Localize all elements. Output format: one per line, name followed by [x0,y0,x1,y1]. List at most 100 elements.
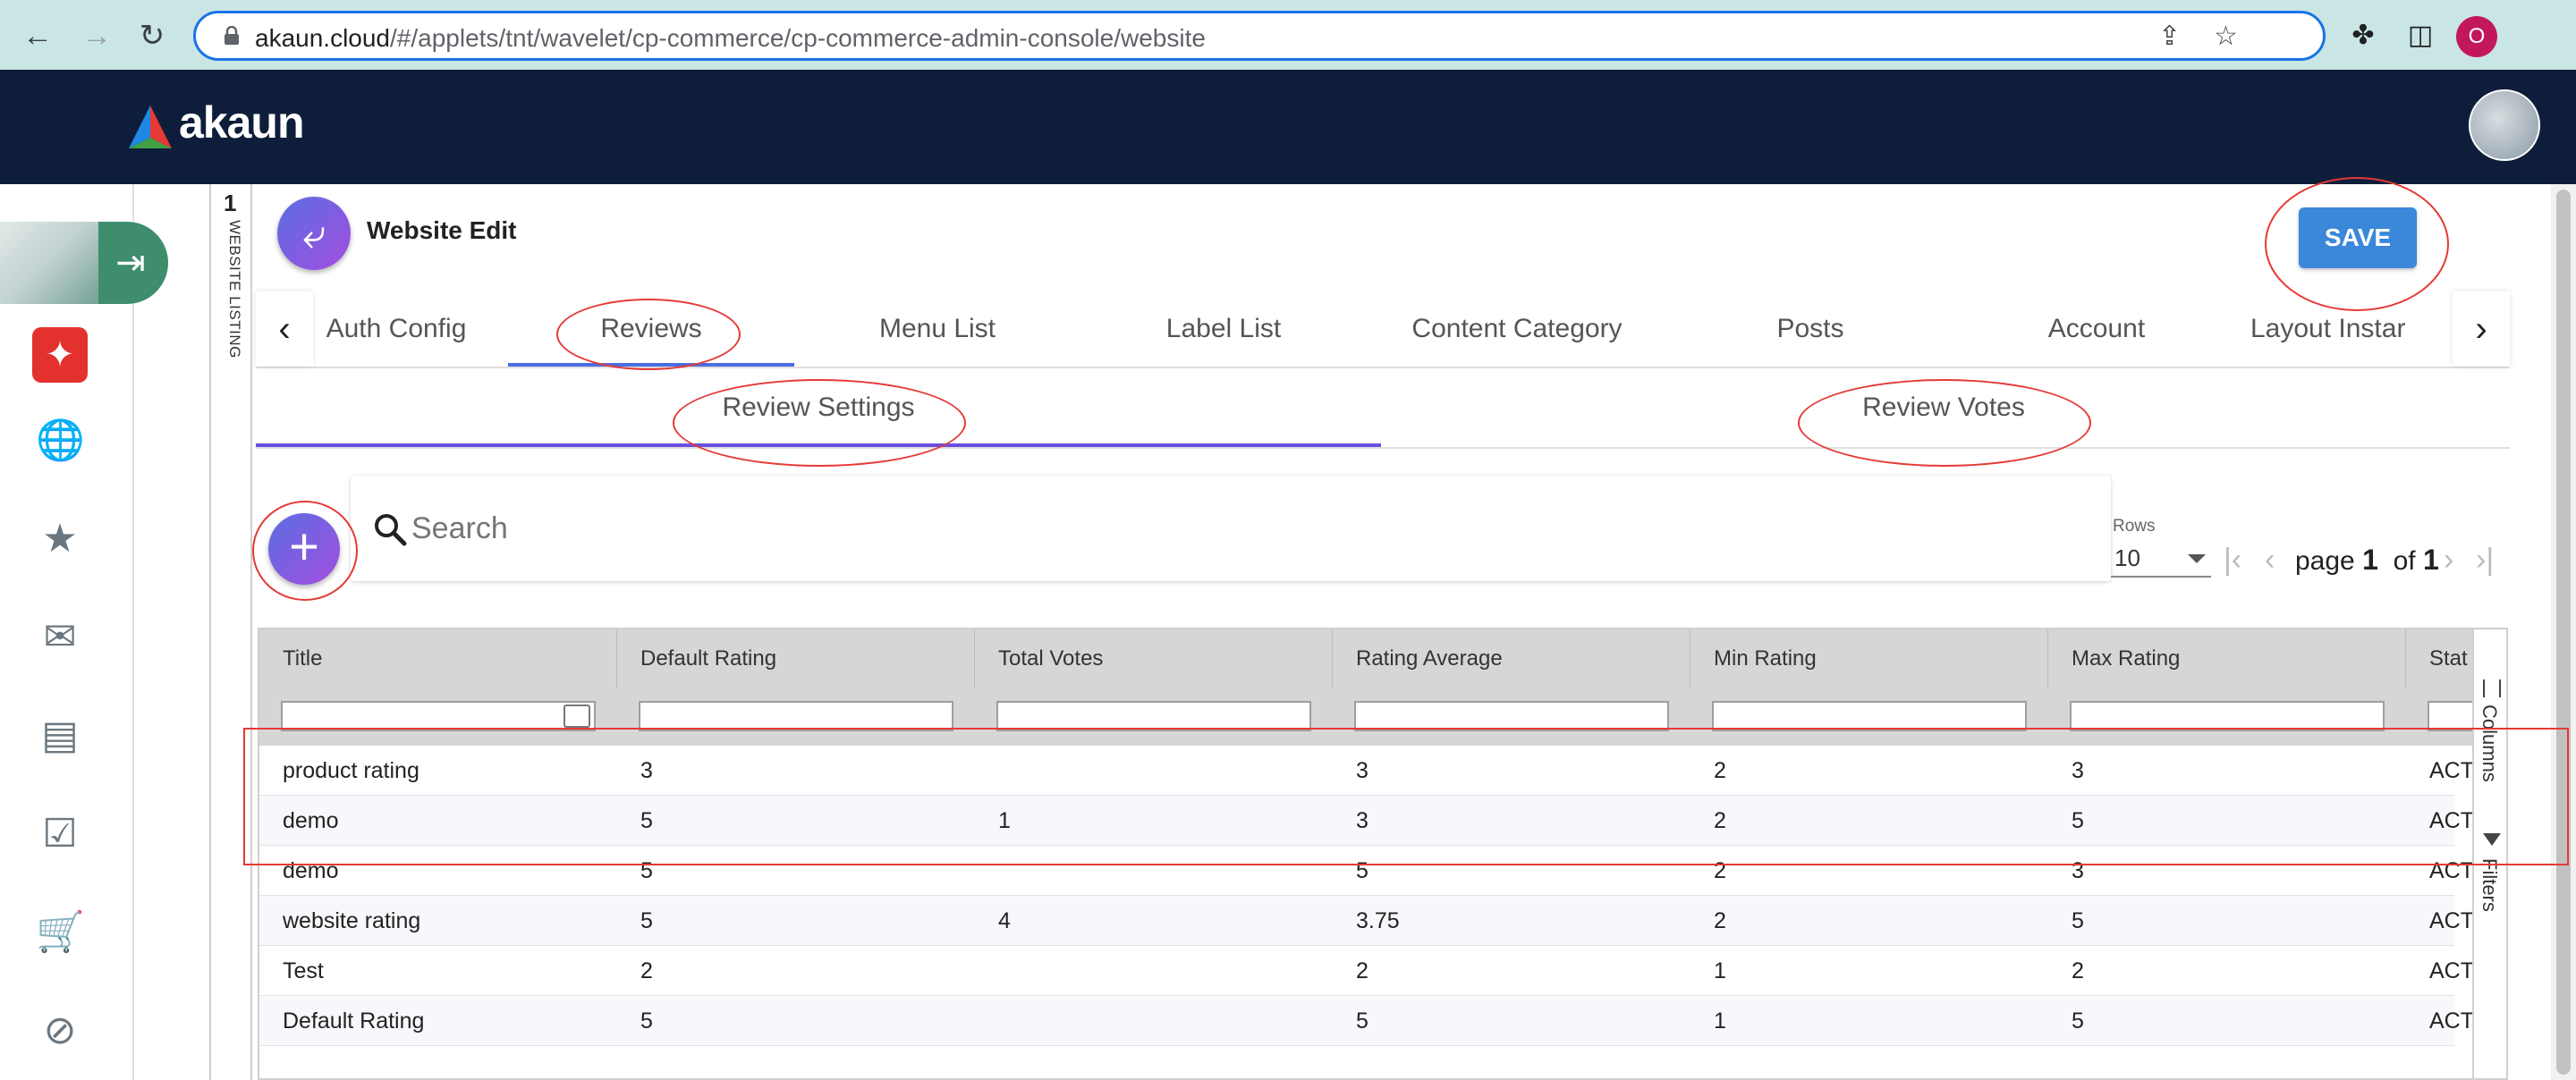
cell-title: Test [283,958,324,983]
table-row[interactable]: product rating 3 3 2 3 ACT [259,746,2474,796]
browser-toolbar: ← → ↻ akaun.cloud/#/applets/tnt/wavelet/… [0,0,2576,70]
cell-total-votes: 1 [998,808,1011,833]
cell-title: demo [283,858,339,883]
filter-input-default-rating[interactable] [639,701,953,731]
page-title: Website Edit [367,216,517,244]
filter-input-min-rating[interactable] [1712,701,2027,731]
plus-icon: + [289,518,319,576]
globe-icon[interactable]: 🌐 [36,417,85,465]
cell-status: ACT [2429,958,2474,983]
bookmark-star-icon[interactable]: ☆ [2214,21,2238,52]
exit-applet-icon[interactable]: ⇥ [107,240,154,286]
block-icon[interactable]: ⊘ [36,1007,84,1055]
cell-max-rating: 3 [2072,758,2084,783]
lock-icon [225,26,239,45]
scrollbar-thumb[interactable] [2556,190,2571,1075]
extensions-puzzle-icon[interactable]: ✤ [2343,16,2383,55]
last-page-icon[interactable]: ›| [2476,542,2494,578]
add-button[interactable]: + [268,513,340,585]
tab-content-category[interactable]: Content Category [1367,291,1667,367]
columns-panel-toggle[interactable]: Columns [2478,705,2501,782]
filters-panel-toggle[interactable]: Filters [2478,858,2501,912]
subtab-review-settings[interactable]: Review Settings [256,368,1381,447]
page-indicator: page 1 of 1 [2295,544,2439,577]
filter-input-total-votes[interactable] [996,701,1311,731]
table-row[interactable]: demo 5 1 3 2 5 ACT [259,796,2474,846]
cell-min-rating: 2 [1714,758,1726,783]
search-icon [375,514,407,546]
column-header-min-rating[interactable]: Min Rating [1690,629,2048,688]
cell-max-rating: 5 [2072,808,2084,833]
screen: ← → ↻ akaun.cloud/#/applets/tnt/wavelet/… [0,0,2576,1080]
next-page-icon[interactable]: › [2444,542,2453,578]
address-bar[interactable]: akaun.cloud/#/applets/tnt/wavelet/cp-com… [193,11,2326,61]
cell-rating-average: 2 [1356,958,1368,983]
forward-arrow-icon[interactable]: → [77,16,116,55]
user-avatar[interactable] [2469,89,2540,161]
reload-icon[interactable]: ↻ [132,16,172,55]
cart-icon[interactable]: 🛒 [36,908,85,957]
table-row[interactable]: website rating 5 4 3.75 2 5 ACT [259,896,2474,946]
cell-status: ACT [2429,758,2474,783]
of-word: of [2393,546,2416,576]
filter-input-max-rating[interactable] [2070,701,2385,731]
column-header-total-votes[interactable]: Total Votes [975,629,1333,688]
sidebar-active-applet[interactable]: ⇥ [0,222,168,304]
share-icon[interactable]: ⇪ [2158,21,2181,52]
side-panel-icon[interactable]: ◫ [2401,16,2440,55]
tab-account[interactable]: Account [1953,291,2240,367]
filter-input-title[interactable] [281,701,596,731]
back-arrow-icon[interactable]: ← [18,16,57,55]
mail-icon[interactable]: ✉ [36,613,84,662]
table-row[interactable]: Test 2 2 1 2 ACT [259,946,2474,996]
app-header: akaun [0,70,2576,184]
tab-menu-list[interactable]: Menu List [794,291,1080,367]
rows-per-page-select[interactable]: 10 [2111,540,2211,578]
tab-label-list[interactable]: Label List [1080,291,1367,367]
subtab-bar: Review Settings Review Votes [256,368,2510,449]
column-header-max-rating[interactable]: Max Rating [2048,629,2406,688]
filter-input-rating-average[interactable] [1354,701,1669,731]
reviews-grid: Title Default Rating Total Votes Rating … [258,628,2508,1080]
tab-auth-config[interactable]: Auth Config [311,291,481,367]
save-button[interactable]: SAVE [2299,207,2417,268]
applet-thumbnail [0,222,98,304]
akaun-logo-icon[interactable] [125,102,175,152]
pdf-app-icon[interactable]: ✦ [32,327,88,383]
cell-max-rating: 2 [2072,958,2084,983]
cell-total-votes [975,846,1333,896]
rows-per-page-value: 10 [2114,544,2140,571]
column-header-rating-average[interactable]: Rating Average [1333,629,1690,688]
tab-posts[interactable]: Posts [1667,291,1953,367]
page-scrollbar[interactable] [2551,184,2576,1080]
vertical-tab-website-listing[interactable]: 1 WEBSITE LISTING [209,184,252,1080]
tab-layout-instances[interactable]: Layout Instar [2240,291,2454,367]
column-header-status[interactable]: Stat [2406,629,2478,688]
subtab-review-votes[interactable]: Review Votes [1381,368,2506,447]
filter-funnel-icon[interactable] [2483,833,2501,846]
search-input[interactable] [411,506,2021,551]
main-panel: ⤶ Website Edit SAVE ‹ Auth Config Review… [252,184,2513,1080]
profile-avatar[interactable]: O [2456,16,2497,57]
tab-scroll-left-icon[interactable]: ‹ [256,291,313,367]
cell-total-votes: 4 [998,908,1011,933]
cell-default-rating: 5 [640,908,653,933]
cell-default-rating: 5 [640,808,653,833]
column-header-title[interactable]: Title [259,629,617,688]
tab-scroll-right-icon[interactable]: › [2453,291,2510,367]
columns-icon[interactable] [2483,679,2501,697]
logo-text: akaun [179,97,305,148]
current-page: 1 [2362,544,2378,576]
column-header-default-rating[interactable]: Default Rating [617,629,975,688]
table-row[interactable]: Default Rating 5 5 1 5 ACT [259,996,2474,1046]
previous-page-icon[interactable]: ‹ [2265,542,2275,578]
dropdown-caret-icon [2188,554,2206,563]
checklist-icon[interactable]: ☑ [36,810,84,858]
back-button[interactable]: ⤶ [277,197,351,270]
grid-header: Title Default Rating Total Votes Rating … [259,629,2506,746]
table-row[interactable]: demo 5 5 2 3 ACT [259,846,2474,896]
star-icon[interactable]: ★ [36,515,84,563]
first-page-icon[interactable]: |‹ [2224,542,2241,578]
document-icon[interactable]: ▤ [36,712,84,760]
tab-reviews[interactable]: Reviews [508,291,794,367]
